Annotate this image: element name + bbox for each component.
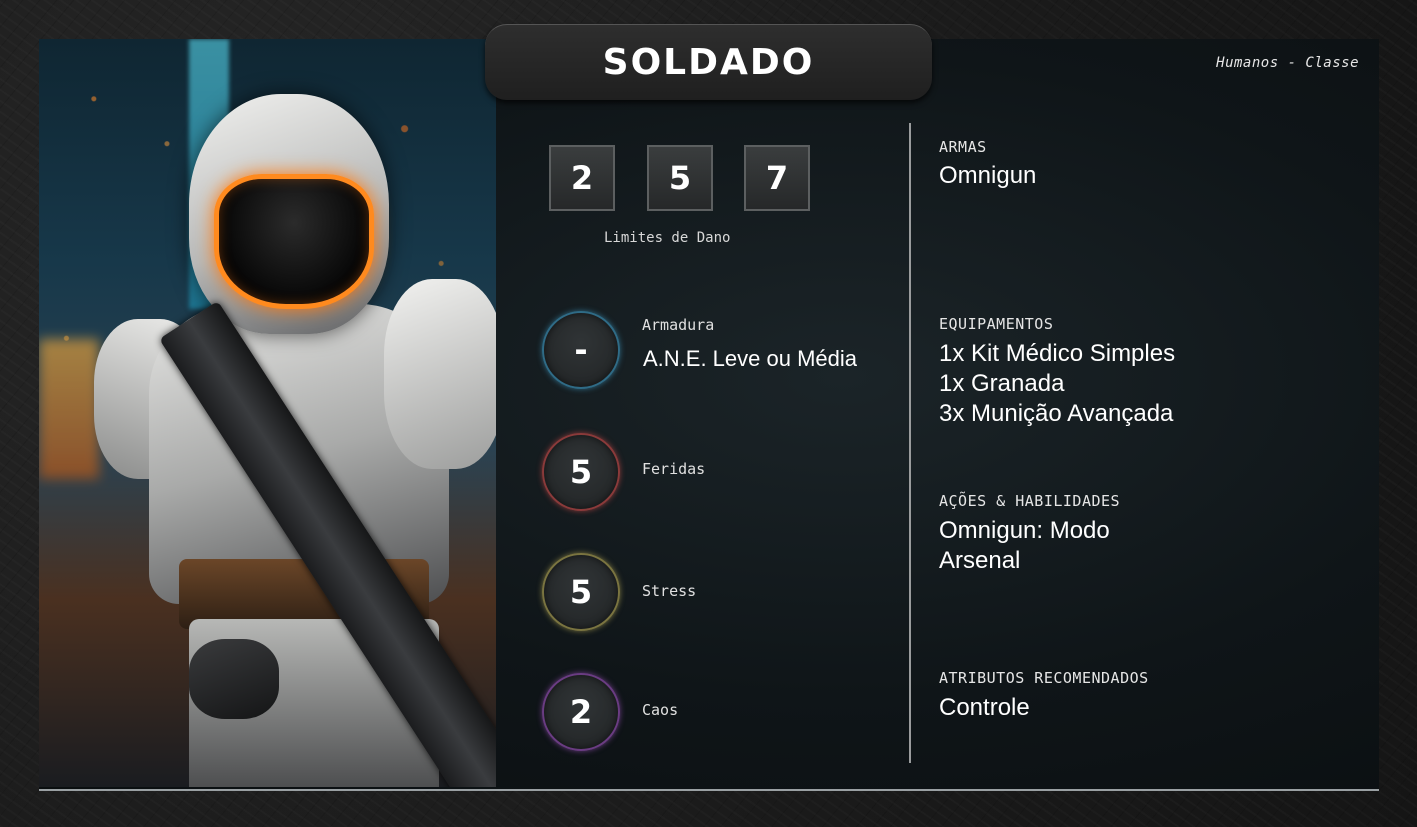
weapon-item: Omnigun <box>939 162 1037 189</box>
city-light-background <box>39 339 99 479</box>
gloved-hand <box>189 639 279 719</box>
soldier-portrait <box>39 39 496 787</box>
armor-detail: A.N.E. Leve ou Média <box>643 346 858 371</box>
chaos-label: Caos <box>642 701 679 719</box>
damage-limit-box-2: 5 <box>647 145 713 211</box>
stress-label: Stress <box>642 582 697 600</box>
action-item: Arsenal <box>939 547 1021 574</box>
armor-label: Armadura <box>642 316 715 334</box>
action-item: Omnigun: Modo <box>939 517 1110 544</box>
equipment-item: 3x Munição Avançada <box>939 400 1174 427</box>
damage-limit-box-3: 7 <box>744 145 810 211</box>
class-title-tab: SOLDADO <box>485 24 932 100</box>
attributes-list: Controle <box>939 693 1030 723</box>
right-shoulder-armor <box>384 279 496 469</box>
wounds-label: Feridas <box>642 460 706 478</box>
column-divider <box>909 123 911 763</box>
class-title: SOLDADO <box>602 42 815 83</box>
chaos-circle: 2 <box>542 673 620 751</box>
class-card: Humanos - Classe 2 5 7 Limites de Dano -… <box>39 39 1379 791</box>
actions-heading: AÇÕES & HABILIDADES <box>939 492 1121 510</box>
equipment-list: 1x Kit Médico Simples 1x Granada 3x Muni… <box>939 339 1175 429</box>
equipment-item: 1x Granada <box>939 370 1065 397</box>
weapons-list: Omnigun <box>939 161 1036 191</box>
damage-limit-box-1: 2 <box>549 145 615 211</box>
equipment-item: 1x Kit Médico Simples <box>939 340 1176 367</box>
attribute-item: Controle <box>939 694 1030 721</box>
wounds-circle: 5 <box>542 433 620 511</box>
weapons-heading: ARMAS <box>939 138 987 156</box>
stress-circle: 5 <box>542 553 620 631</box>
damage-limits-label: Limites de Dano <box>604 230 731 246</box>
equipment-heading: EQUIPAMENTOS <box>939 315 1054 333</box>
actions-list: Omnigun: Modo Arsenal <box>939 516 1110 576</box>
attributes-heading: ATRIBUTOS RECOMENDADOS <box>939 669 1149 687</box>
armor-circle: - <box>542 311 620 389</box>
helmet-visor <box>214 174 374 309</box>
class-subtitle: Humanos - Classe <box>1216 55 1359 71</box>
